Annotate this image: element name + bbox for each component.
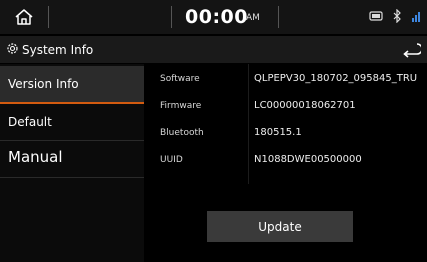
phone-projection-icon xyxy=(369,11,383,21)
gear-icon xyxy=(7,43,18,54)
clock-ampm: AM xyxy=(246,13,260,23)
signal-icon xyxy=(412,12,420,22)
home-button[interactable] xyxy=(0,0,48,34)
bluetooth-icon xyxy=(393,9,401,23)
status-bar: 00:00 AM xyxy=(0,0,427,34)
info-value-firmware: LC00000018062701 xyxy=(254,100,356,111)
divider xyxy=(48,6,49,28)
divider xyxy=(171,6,172,28)
info-value-software: QLPEPV30_180702_095845_TRU xyxy=(254,73,418,84)
info-label-uuid: UUID xyxy=(160,155,183,165)
page-header: System Info xyxy=(0,36,427,63)
status-icons xyxy=(369,9,421,23)
sidebar-item-label: Version Info xyxy=(8,77,79,91)
home-icon xyxy=(15,9,33,25)
page-title: System Info xyxy=(22,43,94,57)
info-label-software: Software xyxy=(160,74,200,84)
system-info-panel: Software QLPEPV30_180702_095845_TRU Firm… xyxy=(144,64,427,262)
sidebar-item-default[interactable]: Default xyxy=(0,104,144,141)
sidebar: Version Info Default Manual xyxy=(0,64,144,262)
info-value-uuid: N1088DWE00500000 xyxy=(254,154,362,165)
back-button[interactable] xyxy=(401,41,423,58)
clock-time: 00:00 xyxy=(185,6,248,28)
divider xyxy=(278,6,279,28)
info-label-bluetooth: Bluetooth xyxy=(160,128,204,138)
column-divider xyxy=(248,64,249,184)
update-button[interactable]: Update xyxy=(207,211,353,242)
sidebar-item-manual[interactable]: Manual xyxy=(0,141,144,178)
sidebar-item-label: Default xyxy=(8,115,52,129)
back-arrow-icon xyxy=(403,43,423,58)
info-value-bluetooth: 180515.1 xyxy=(254,127,302,138)
sidebar-item-label: Manual xyxy=(8,148,63,166)
info-label-firmware: Firmware xyxy=(160,101,202,111)
sidebar-item-version-info[interactable]: Version Info xyxy=(0,66,144,104)
